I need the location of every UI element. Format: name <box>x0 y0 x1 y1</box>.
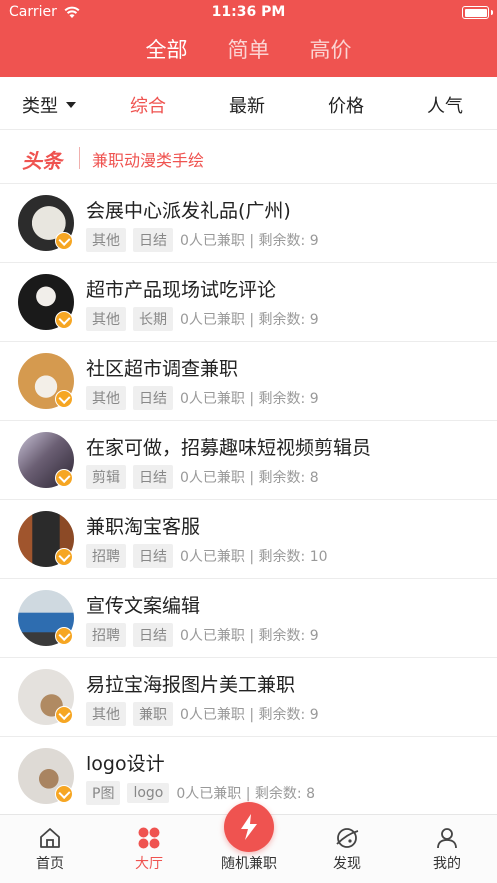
job-tag: 日结 <box>133 623 173 647</box>
header-bar: Carrier 11:36 PM 全部 简单 高价 <box>0 0 497 77</box>
list-item[interactable]: 会展中心派发礼品(广州) 其他 日结 0人已兼职 | 剩余数: 9 <box>0 184 497 263</box>
job-tag: 其他 <box>86 228 126 252</box>
random-job-label: 随机兼职 <box>221 856 277 872</box>
job-tag: 其他 <box>86 386 126 410</box>
job-meta: 其他 日结 0人已兼职 | 剩余数: 9 <box>86 386 319 410</box>
tab-high-pay[interactable]: 高价 <box>310 34 352 64</box>
headline-badge: 头条 <box>22 149 62 173</box>
type-filter-label: 类型 <box>22 96 58 117</box>
home-icon <box>40 828 60 848</box>
hall-icon <box>138 827 160 849</box>
top-tabs: 全部 简单 高价 <box>0 34 497 64</box>
app-screen: Carrier 11:36 PM 全部 简单 高价 类型 综合 最新 价格 人气… <box>0 0 497 883</box>
job-tag: 其他 <box>86 307 126 331</box>
job-stats: 0人已兼职 | 剩余数: 8 <box>180 470 319 486</box>
verified-badge-icon <box>55 390 73 408</box>
job-meta: 其他 长期 0人已兼职 | 剩余数: 9 <box>86 307 319 331</box>
job-meta: 其他 兼职 0人已兼职 | 剩余数: 9 <box>86 702 319 726</box>
job-title: 易拉宝海报图片美工兼职 <box>86 674 296 696</box>
job-tag: 日结 <box>133 465 173 489</box>
job-stats: 0人已兼职 | 剩余数: 9 <box>180 233 319 249</box>
verified-badge-icon <box>55 469 73 487</box>
job-tag: 日结 <box>133 228 173 252</box>
job-tag: 招聘 <box>86 544 126 568</box>
verified-badge-icon <box>55 548 73 566</box>
list-item[interactable]: 兼职淘宝客服 招聘 日结 0人已兼职 | 剩余数: 10 <box>0 500 497 579</box>
job-title: logo设计 <box>86 753 165 775</box>
nav-mine[interactable]: 我的 <box>407 825 487 873</box>
job-meta: 其他 日结 0人已兼职 | 剩余数: 9 <box>86 228 319 252</box>
verified-badge-icon <box>55 627 73 645</box>
list-item[interactable]: 在家可做，招募趣味短视频剪辑员 剪辑 日结 0人已兼职 | 剩余数: 8 <box>0 421 497 500</box>
verified-badge-icon <box>55 232 73 250</box>
verified-badge-icon <box>55 785 73 803</box>
job-stats: 0人已兼职 | 剩余数: 9 <box>180 628 319 644</box>
job-tag: 兼职 <box>133 702 173 726</box>
job-meta: 剪辑 日结 0人已兼职 | 剩余数: 8 <box>86 465 319 489</box>
tab-all[interactable]: 全部 <box>146 34 188 64</box>
job-meta: P图 logo 0人已兼职 | 剩余数: 8 <box>86 781 315 805</box>
filter-bar: 类型 综合 最新 价格 人气 <box>0 77 497 130</box>
verified-badge-icon <box>55 311 73 329</box>
job-title: 会展中心派发礼品(广州) <box>86 200 291 222</box>
job-tag: logo <box>127 783 170 803</box>
job-title: 兼职淘宝客服 <box>86 516 201 538</box>
job-tag: 日结 <box>133 544 173 568</box>
job-title: 超市产品现场试吃评论 <box>86 279 277 301</box>
lightning-icon <box>241 814 257 840</box>
job-tag: 日结 <box>133 386 173 410</box>
nav-hall[interactable]: 大厅 <box>109 825 189 873</box>
planet-icon <box>336 828 359 848</box>
verified-badge-icon <box>55 706 73 724</box>
sort-popularity[interactable]: 人气 <box>427 92 463 118</box>
status-bar: Carrier 11:36 PM <box>0 0 497 26</box>
nav-hall-label: 大厅 <box>135 856 163 872</box>
type-filter-dropdown[interactable]: 类型 <box>22 92 76 118</box>
nav-home-label: 首页 <box>36 856 64 872</box>
job-tag: 长期 <box>133 307 173 331</box>
clock: 11:36 PM <box>211 4 286 20</box>
caret-down-icon <box>66 102 76 108</box>
job-stats: 0人已兼职 | 剩余数: 8 <box>176 786 315 802</box>
job-title: 在家可做，招募趣味短视频剪辑员 <box>86 437 372 459</box>
job-tag: P图 <box>86 781 121 805</box>
random-job-button[interactable] <box>224 802 274 852</box>
sort-price[interactable]: 价格 <box>328 92 364 118</box>
job-stats: 0人已兼职 | 剩余数: 10 <box>180 549 328 565</box>
list-item[interactable]: 超市产品现场试吃评论 其他 长期 0人已兼职 | 剩余数: 9 <box>0 263 497 342</box>
nav-mine-label: 我的 <box>433 856 461 872</box>
job-tag: 剪辑 <box>86 465 126 489</box>
nav-home[interactable]: 首页 <box>10 825 90 873</box>
list-item[interactable]: 社区超市调查兼职 其他 日结 0人已兼职 | 剩余数: 9 <box>0 342 497 421</box>
job-title: 社区超市调查兼职 <box>86 358 239 380</box>
nav-discover-label: 发现 <box>333 856 361 872</box>
job-meta: 招聘 日结 0人已兼职 | 剩余数: 10 <box>86 544 328 568</box>
sort-comprehensive[interactable]: 综合 <box>130 92 166 118</box>
job-stats: 0人已兼职 | 剩余数: 9 <box>180 312 319 328</box>
job-stats: 0人已兼职 | 剩余数: 9 <box>180 391 319 407</box>
list-item[interactable]: 宣传文案编辑 招聘 日结 0人已兼职 | 剩余数: 9 <box>0 579 497 658</box>
job-stats: 0人已兼职 | 剩余数: 9 <box>180 707 319 723</box>
headline-text: 兼职动漫类手绘 <box>92 151 205 170</box>
divider <box>79 147 80 169</box>
list-item[interactable]: 易拉宝海报图片美工兼职 其他 兼职 0人已兼职 | 剩余数: 9 <box>0 658 497 737</box>
headline-banner[interactable]: 头条 兼职动漫类手绘 <box>0 131 497 184</box>
job-tag: 招聘 <box>86 623 126 647</box>
sort-latest[interactable]: 最新 <box>229 92 265 118</box>
job-meta: 招聘 日结 0人已兼职 | 剩余数: 9 <box>86 623 319 647</box>
user-icon <box>437 828 457 849</box>
job-title: 宣传文案编辑 <box>86 595 201 617</box>
tab-simple[interactable]: 简单 <box>228 34 270 64</box>
job-tag: 其他 <box>86 702 126 726</box>
battery-icon <box>462 6 493 19</box>
nav-discover[interactable]: 发现 <box>307 825 387 873</box>
job-list: 会展中心派发礼品(广州) 其他 日结 0人已兼职 | 剩余数: 9 超市产品现场… <box>0 184 497 814</box>
